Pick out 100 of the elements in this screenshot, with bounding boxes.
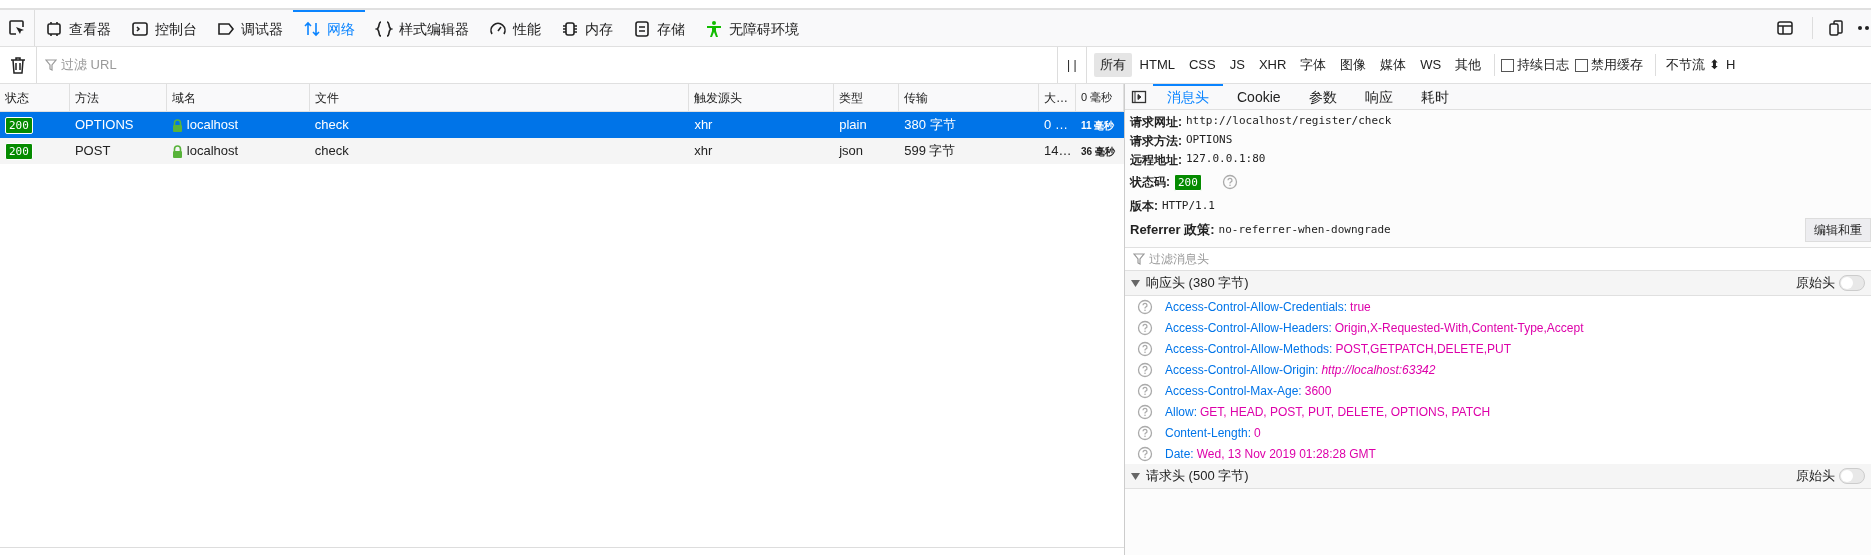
field-label: 请求网址:: [1130, 113, 1182, 131]
details-tab[interactable]: 耗时: [1406, 84, 1463, 109]
column-header[interactable]: 触发源头: [689, 84, 835, 111]
field-value: http://localhost/register/check: [1186, 113, 1392, 130]
devtools-tab[interactable]: 网络: [293, 10, 365, 46]
header-filter-field[interactable]: 过滤消息头: [1149, 250, 1863, 268]
field-label: 版本:: [1130, 198, 1158, 215]
option-checkbox[interactable]: 持续日志: [1501, 55, 1570, 75]
field-value: OPTIONS: [1186, 132, 1233, 149]
help-icon[interactable]: [1221, 174, 1238, 190]
field-label: 状态码:: [1130, 174, 1170, 191]
pause-button[interactable]: | |: [1058, 56, 1086, 74]
section-header[interactable]: 响应头 (380 字节) 原始头: [1125, 271, 1871, 296]
trash-icon[interactable]: [10, 56, 26, 74]
help-icon[interactable]: [1137, 445, 1153, 462]
toggle-switch[interactable]: [1839, 275, 1865, 291]
header-name: Access-Control-Allow-Methods:: [1165, 340, 1333, 358]
chip-icon: [561, 20, 579, 38]
raw-headers-label: 原始头: [1796, 274, 1835, 293]
column-header[interactable]: 域名: [166, 84, 310, 111]
column-header[interactable]: 文件: [309, 84, 690, 111]
details-tab[interactable]: 响应: [1350, 84, 1407, 109]
field-label: 远程地址:: [1130, 151, 1182, 169]
sidebar-toggle-icon[interactable]: [1131, 88, 1147, 105]
element-picker-icon[interactable]: [8, 19, 26, 37]
column-header[interactable]: 方法: [69, 84, 167, 111]
help-icon[interactable]: [1137, 340, 1153, 357]
type-filter[interactable]: CSS: [1182, 53, 1222, 77]
responsive-icon[interactable]: [1827, 19, 1845, 37]
header-name: Date:: [1165, 445, 1194, 463]
header-value: Wed, 13 Nov 2019 01:28:28 GMT: [1196, 445, 1376, 463]
throttle-select[interactable]: 不节流 ⬍: [1662, 55, 1724, 75]
column-header[interactable]: 大…: [1039, 84, 1077, 111]
table-cell-text: 14…: [1044, 142, 1072, 161]
layout-icon[interactable]: [1776, 19, 1794, 37]
column-header[interactable]: 传输: [899, 84, 1040, 111]
filter-icon: [45, 59, 57, 71]
request-row[interactable]: 200 OPTIONS localhost check xhr plain 380 字节 0 … 11 毫秒: [0, 112, 1124, 138]
header-name: Access-Control-Allow-Origin:: [1165, 361, 1319, 379]
storage-icon: [633, 20, 651, 38]
edit-resend-button[interactable]: 编辑和重: [1805, 218, 1871, 242]
header-value: true: [1350, 298, 1371, 316]
help-icon[interactable]: [1137, 319, 1153, 336]
field-label: Referrer 政策:: [1130, 221, 1215, 240]
request-row[interactable]: 200 POST localhost check xhr json 599 字节 14… 36 毫秒: [0, 138, 1124, 164]
inspector-icon: [45, 20, 63, 38]
arrows-icon: [303, 20, 321, 38]
header-name: Access-Control-Allow-Headers:: [1165, 319, 1332, 337]
table-cell-text: localhost: [186, 116, 239, 135]
devtools-tab[interactable]: 无障碍环境: [695, 10, 809, 46]
table-cell-text: localhost: [186, 142, 239, 161]
url-filter-field[interactable]: 过滤 URL: [61, 55, 1057, 75]
devtools-tab[interactable]: 调试器: [207, 10, 293, 46]
type-filter[interactable]: 字体: [1294, 53, 1333, 77]
table-cell-text: 36 毫秒: [1081, 144, 1115, 159]
column-header[interactable]: 0 毫秒: [1076, 84, 1124, 111]
devtools-tab[interactable]: 控制台: [121, 10, 207, 46]
devtools-tab[interactable]: 性能: [479, 10, 551, 46]
help-icon[interactable]: [1137, 361, 1153, 378]
raw-headers-label: 原始头: [1796, 467, 1835, 486]
header-name: Content-Length:: [1165, 424, 1252, 442]
option-checkbox[interactable]: 禁用缓存: [1575, 55, 1644, 75]
type-filter[interactable]: XHR: [1252, 53, 1293, 77]
table-cell-text: json: [839, 142, 864, 161]
status-badge: 200: [5, 116, 33, 134]
header-value: POST,GETPATCH,DELETE,PUT: [1335, 340, 1511, 358]
column-header[interactable]: 类型: [834, 84, 900, 111]
section-header[interactable]: 请求头 (500 字节) 原始头: [1125, 464, 1871, 489]
type-filter[interactable]: 所有: [1093, 53, 1132, 77]
help-icon[interactable]: [1137, 424, 1153, 441]
table-cell-text: 11 毫秒: [1081, 118, 1115, 133]
devtools-tab[interactable]: 存储: [623, 10, 695, 46]
devtools-tab[interactable]: 内存: [551, 10, 623, 46]
devtools-tab[interactable]: 样式编辑器: [365, 10, 479, 46]
more-icon[interactable]: [1857, 25, 1871, 31]
help-icon[interactable]: [1137, 382, 1153, 399]
details-tab[interactable]: 参数: [1294, 84, 1351, 109]
help-icon[interactable]: [1137, 298, 1153, 315]
console-icon: [131, 20, 149, 38]
column-header[interactable]: 状态: [0, 84, 70, 111]
type-filter[interactable]: JS: [1223, 53, 1251, 77]
details-tab[interactable]: 消息头: [1153, 84, 1223, 109]
type-filter[interactable]: 媒体: [1374, 53, 1413, 77]
field-value: 127.0.0.1:80: [1186, 151, 1266, 168]
caret-icon: [1131, 279, 1140, 287]
type-filter[interactable]: 图像: [1334, 53, 1373, 77]
filter-icon: [1133, 253, 1145, 265]
header-value: 3600: [1304, 382, 1332, 400]
toggle-switch[interactable]: [1839, 468, 1865, 484]
person-icon: [705, 20, 723, 38]
header-name: Allow:: [1165, 403, 1197, 421]
help-icon[interactable]: [1137, 403, 1153, 420]
devtools-tab[interactable]: 查看器: [35, 10, 121, 46]
header-value: http://localhost:63342: [1321, 361, 1436, 379]
type-filter[interactable]: WS: [1414, 53, 1448, 77]
type-filter[interactable]: HTML: [1133, 53, 1181, 77]
table-cell-text: 380 字节: [904, 116, 956, 135]
type-filter[interactable]: 其他: [1449, 53, 1488, 77]
details-tab[interactable]: Cookie: [1223, 84, 1295, 109]
header-value: 0: [1254, 424, 1261, 442]
